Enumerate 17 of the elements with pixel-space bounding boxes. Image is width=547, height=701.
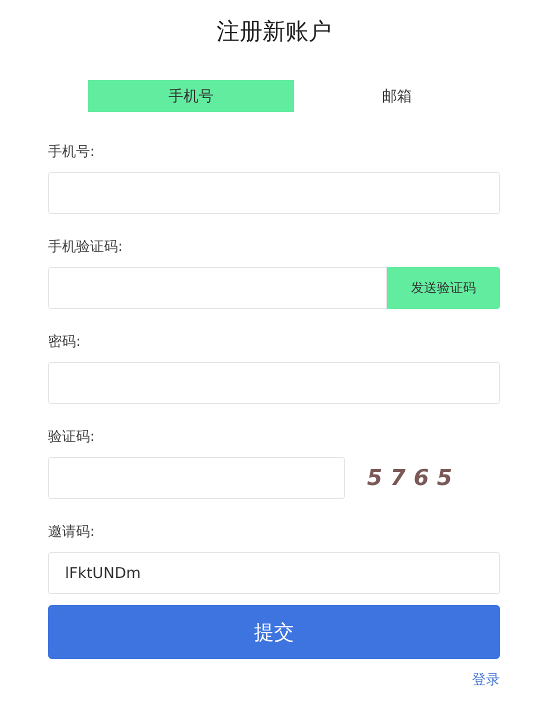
send-code-button[interactable]: 发送验证码 xyxy=(387,267,500,309)
field-label: 手机号: xyxy=(48,143,96,162)
field-label: 手机验证码: xyxy=(48,238,124,257)
password-field[interactable] xyxy=(48,362,500,404)
input-field[interactable]: lFktUNDm xyxy=(48,552,500,594)
login-link[interactable]: 登录 xyxy=(472,671,500,689)
submit-button[interactable]: 提交 xyxy=(48,605,500,659)
input-field[interactable] xyxy=(48,172,500,214)
tab[interactable]: 邮箱 xyxy=(294,80,500,112)
input-field[interactable] xyxy=(48,457,345,499)
field-label: 密码: xyxy=(48,333,82,352)
field-label: 验证码: xyxy=(48,428,96,447)
page-title: 注册新账户 xyxy=(216,18,332,47)
field-label: 邀请码: xyxy=(48,523,96,542)
tab[interactable]: 手机号 xyxy=(88,80,294,112)
input-field[interactable] xyxy=(48,267,387,309)
captcha-image[interactable]: 5765 xyxy=(367,466,460,490)
